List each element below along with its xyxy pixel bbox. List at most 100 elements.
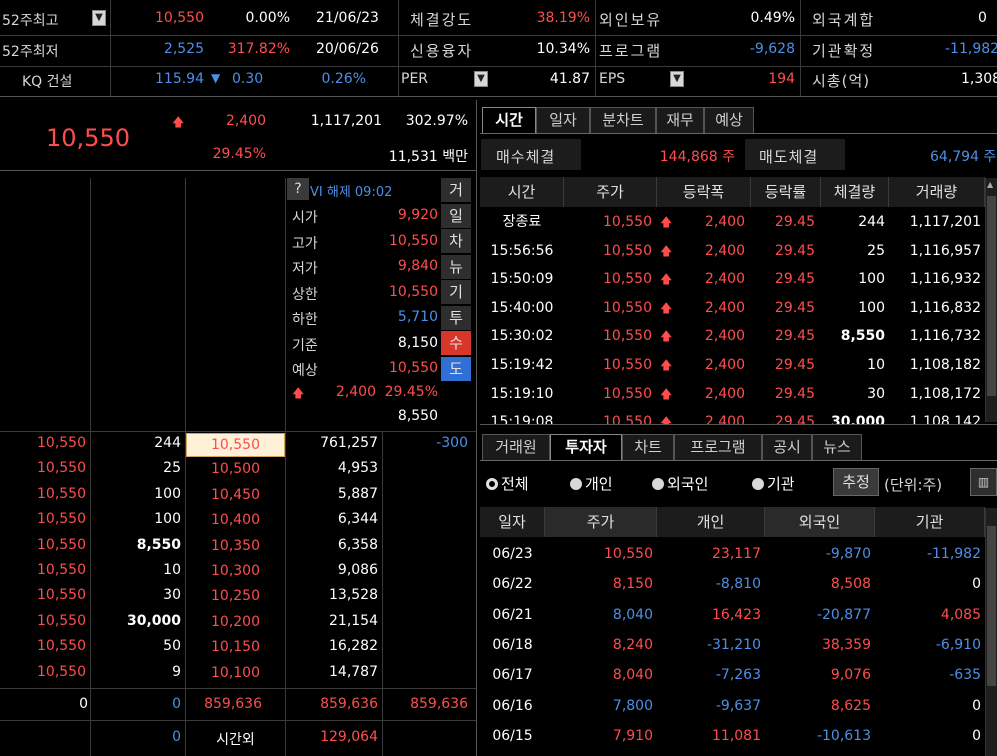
chevron-down-icon[interactable]: ▼: [670, 71, 684, 87]
tab-bottom-5[interactable]: 뉴스: [812, 434, 862, 460]
tick-scrollbar[interactable]: ▲: [985, 178, 997, 422]
tick-change: 2,400: [704, 357, 745, 373]
investor-header: 개인: [657, 507, 765, 537]
tab-bottom-4[interactable]: 공시: [762, 434, 812, 460]
side-button[interactable]: 거: [441, 178, 471, 203]
tick-price: 10,550: [37, 485, 86, 502]
tick-header: 시간: [480, 177, 564, 207]
bid-qty: 4,953: [337, 460, 378, 477]
side-button[interactable]: 기: [441, 280, 471, 305]
current-price: 10,550: [46, 124, 130, 152]
52w-low-pct: 317.82%: [227, 41, 290, 57]
expected-rate: 29.45%: [384, 384, 438, 400]
unit-label: (단위:주): [884, 476, 943, 494]
table-row: 15:50:09 10,550 🡅 2,400 29.45 100 1,116,932: [480, 265, 985, 293]
tab-bottom-0[interactable]: 거래원: [482, 434, 550, 460]
table-row: 06/15 7,910 11,081 -10,613 0: [480, 722, 985, 750]
side-button[interactable]: 차: [441, 229, 471, 254]
sector-label: KQ 건설: [22, 74, 73, 90]
per-value: 41.87: [549, 71, 590, 87]
tick-header: 체결량: [821, 177, 889, 207]
chart-icon[interactable]: ▥: [970, 468, 997, 496]
vi-release-time: VI 해제 09:02: [310, 185, 393, 200]
tick-change: 2,400: [704, 328, 745, 345]
tick-qty: 25: [163, 460, 181, 477]
52w-high-label: 52주최고: [2, 13, 59, 29]
tick-qty: 8,550: [840, 328, 885, 345]
bid-price[interactable]: 10,300: [186, 560, 285, 584]
up-arrow-icon: 🡅: [172, 115, 185, 129]
tab-4[interactable]: 예상: [704, 107, 754, 133]
tick-price: 10,550: [37, 460, 86, 477]
side-button[interactable]: 수: [441, 331, 471, 356]
help-button[interactable]: ?: [287, 178, 309, 200]
radio-icon: [570, 478, 582, 490]
total-c: 859,636: [204, 696, 262, 712]
table-row: 15:19:08 10,550 🡅 2,400 29.45 30,000 1,108,142: [480, 408, 985, 424]
filter-radio[interactable]: 전체: [486, 473, 529, 494]
bid-qty: 6,358: [337, 536, 378, 553]
tab-1[interactable]: 일자: [536, 107, 590, 133]
filter-radio[interactable]: 개인: [570, 473, 613, 494]
52w-high-date: 21/06/23: [316, 10, 379, 26]
bid-price[interactable]: 10,150: [186, 636, 285, 660]
bid-price[interactable]: 10,200: [186, 611, 285, 635]
tick-price: 10,550: [37, 435, 86, 451]
tab-bottom-3[interactable]: 프로그램: [674, 434, 762, 460]
tab-2[interactable]: 분차트: [590, 107, 656, 133]
inv-institution: 0: [972, 697, 981, 714]
tick-header: 거래량: [889, 177, 985, 207]
tab-bottom-1[interactable]: 투자자: [550, 434, 622, 460]
side-button[interactable]: 투: [441, 305, 471, 331]
program-label: 프로그램: [599, 42, 663, 60]
summary-label: 기준: [292, 337, 318, 354]
bid-price[interactable]: 10,400: [186, 509, 285, 533]
tick-price: 10,550: [603, 357, 652, 373]
investor-scrollbar[interactable]: [985, 508, 997, 756]
bid-price[interactable]: 10,250: [186, 585, 285, 609]
inv-price: 8,150: [612, 576, 653, 593]
tick-volume: 1,108,182: [909, 357, 981, 373]
52w-low-label: 52주최저: [2, 44, 59, 60]
tab-3[interactable]: 재무: [656, 107, 704, 133]
credit-label: 신용융자: [410, 42, 474, 60]
side-button[interactable]: 일: [441, 203, 471, 229]
summary-value: 8,150: [397, 334, 438, 351]
tick-time: 15:19:10: [490, 385, 554, 402]
sector-change: 0.30: [232, 71, 264, 87]
filter-radio[interactable]: 기관: [752, 473, 795, 494]
summary-label: 고가: [292, 235, 318, 252]
table-row: 15:40:00 10,550 🡅 2,400 29.45 100 1,116,832: [480, 294, 985, 322]
tick-rate: 29.45: [774, 271, 815, 288]
side-button[interactable]: 뉴: [441, 254, 471, 280]
bid-price[interactable]: 10,100: [186, 662, 285, 686]
tick-price: 10,550: [603, 385, 652, 402]
52w-low-date: 20/06/26: [316, 41, 379, 57]
filter-label: 전체: [501, 475, 529, 493]
filter-label: 기관: [767, 475, 795, 493]
tab-0[interactable]: 시간: [482, 107, 536, 133]
table-row: 06/22 8,150 -8,810 8,508 0: [480, 570, 985, 598]
tick-qty: 10: [163, 562, 181, 578]
bid-price[interactable]: 10,550: [186, 433, 285, 457]
inv-foreign: -10,613: [816, 727, 871, 744]
side-button[interactable]: 도: [441, 356, 471, 382]
tab-bottom-2[interactable]: 차트: [622, 434, 674, 460]
sell-exec-value: 64,794 주: [930, 149, 997, 165]
bid-qty: 13,528: [329, 587, 378, 604]
summary-label: 저가: [292, 261, 318, 277]
bid-price[interactable]: 10,500: [186, 458, 285, 482]
tick-price: 10,550: [37, 638, 86, 655]
tick-time: 15:19:42: [490, 357, 554, 373]
tick-change: 2,400: [704, 414, 745, 424]
filter-radio[interactable]: 외국인: [652, 473, 708, 494]
chevron-down-icon[interactable]: ▼: [92, 10, 106, 26]
bid-price[interactable]: 10,450: [186, 484, 285, 508]
tick-qty: 25: [867, 242, 885, 259]
estimate-button[interactable]: 추정: [833, 468, 879, 496]
table-row: 06/23 10,550 23,117 -9,870 -11,982: [480, 540, 985, 568]
bid-price[interactable]: 10,350: [186, 535, 285, 559]
bid-qty: 761,257: [320, 435, 378, 451]
chevron-down-icon[interactable]: ▼: [474, 71, 488, 87]
tick-rate: 29.45: [774, 299, 815, 316]
